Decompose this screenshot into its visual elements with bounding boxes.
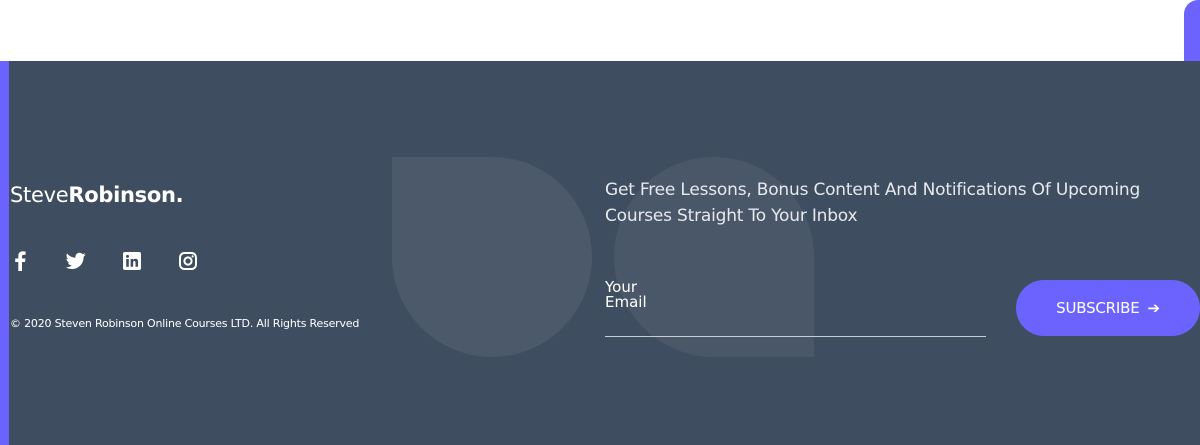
page: SteveRobinson. © 2020 Steven Robinson On…: [0, 0, 1200, 445]
facebook-icon[interactable]: [10, 251, 30, 271]
corner-accent-tab: [1184, 0, 1200, 61]
subscribe-button[interactable]: SUBSCRIBE ➔: [1016, 280, 1200, 336]
email-input[interactable]: [605, 275, 986, 315]
copyright-text: © 2020 Steven Robinson Online Courses LT…: [10, 317, 360, 330]
site-footer: SteveRobinson. © 2020 Steven Robinson On…: [0, 61, 1200, 445]
newsletter-text: Get Free Lessons, Bonus Content And Noti…: [605, 180, 1141, 226]
social-links: [10, 251, 198, 271]
brand-name-light: Steve: [10, 183, 69, 207]
brand-name-bold: Robinson.: [68, 183, 184, 207]
instagram-icon[interactable]: [178, 251, 198, 271]
arrow-right-icon: ➔: [1147, 299, 1160, 317]
email-field[interactable]: Your Email: [605, 275, 986, 337]
top-white-strip: [0, 0, 1200, 61]
linkedin-icon[interactable]: [122, 251, 142, 271]
twitter-icon[interactable]: [66, 251, 86, 271]
subscribe-label: SUBSCRIBE: [1056, 299, 1140, 317]
brand-logo[interactable]: SteveRobinson.: [10, 183, 184, 207]
left-accent-bar: [0, 61, 9, 445]
